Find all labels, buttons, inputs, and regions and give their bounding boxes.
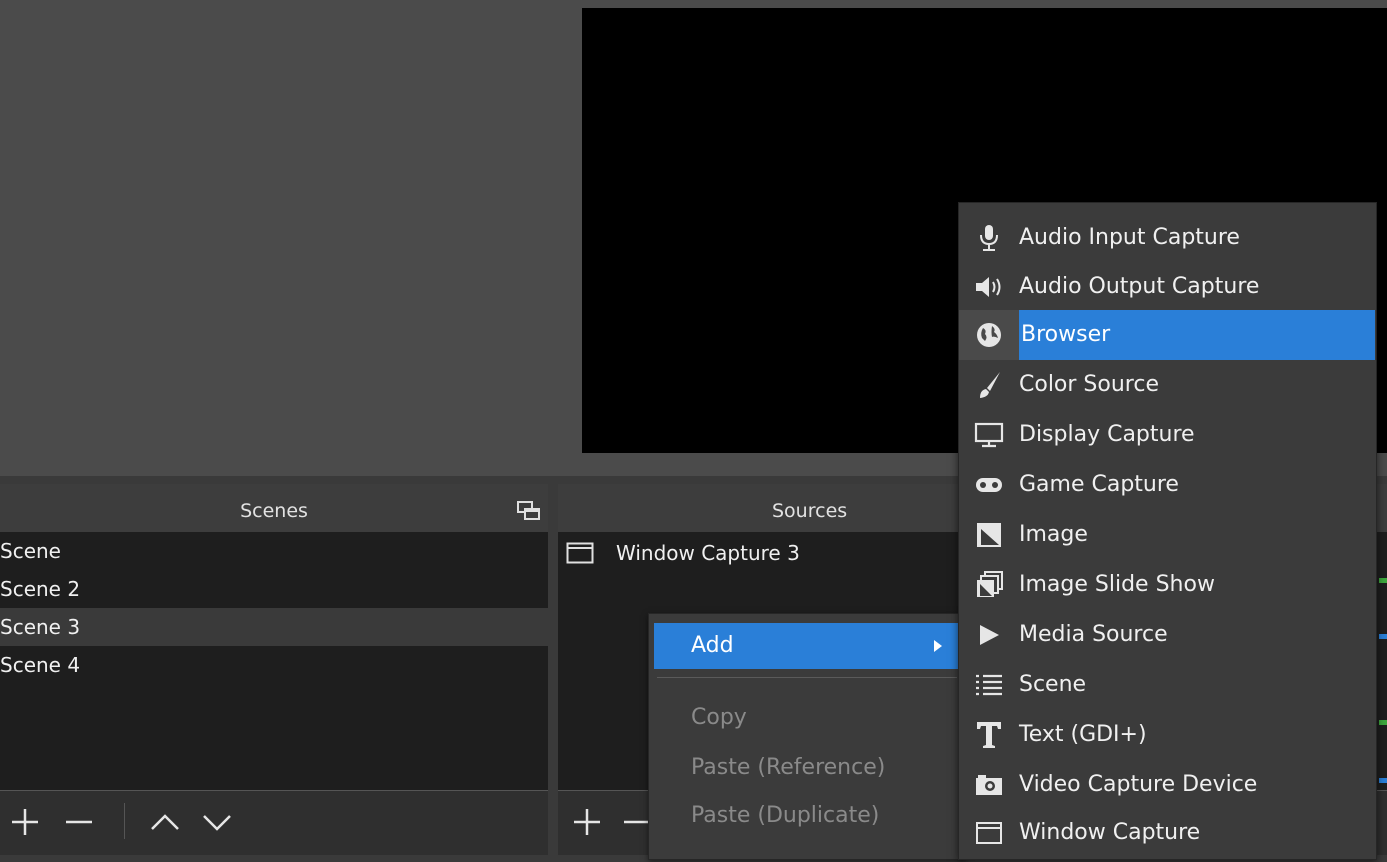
scene-label: Scene 2 bbox=[0, 577, 81, 601]
submenu-item-browser[interactable]: Browser bbox=[959, 310, 1376, 360]
globe-icon bbox=[977, 323, 1001, 347]
scenes-panel: Scenes Scene Scene 2 Scene 3 Scene 4 bbox=[0, 484, 548, 855]
submenu-item-game-capture[interactable]: Game Capture bbox=[959, 460, 1376, 510]
submenu-item-audio-output-capture[interactable]: Audio Output Capture bbox=[959, 262, 1376, 312]
window-capture-icon bbox=[566, 542, 594, 564]
monitor-icon bbox=[974, 422, 1004, 448]
submenu-item-label: Video Capture Device bbox=[1019, 772, 1258, 797]
submenu-item-label: Text (GDI+) bbox=[1019, 722, 1147, 747]
submenu-item-label: Game Capture bbox=[1019, 472, 1179, 497]
submenu-item-video-capture-device[interactable]: Video Capture Device bbox=[959, 760, 1376, 810]
scene-label: Scene 3 bbox=[0, 615, 81, 639]
menu-item-label: Add bbox=[691, 633, 734, 658]
gamepad-icon bbox=[976, 478, 1002, 492]
camera-icon bbox=[976, 775, 1002, 795]
submenu-arrow-icon bbox=[934, 640, 942, 652]
submenu-item-scene[interactable]: Scene bbox=[959, 660, 1376, 710]
text-icon bbox=[977, 722, 1001, 748]
audio-meter-level bbox=[1379, 778, 1387, 783]
remove-scene-icon[interactable] bbox=[62, 805, 96, 839]
submenu-item-label: Display Capture bbox=[1019, 422, 1195, 447]
submenu-item-window-capture[interactable]: Window Capture bbox=[959, 808, 1376, 858]
microphone-icon bbox=[980, 225, 998, 251]
submenu-item-label: Media Source bbox=[1019, 622, 1168, 647]
scenes-title: Scenes bbox=[240, 500, 308, 522]
submenu-item-color-source[interactable]: Color Source bbox=[959, 360, 1376, 410]
menu-item-paste-reference[interactable]: Paste (Reference) bbox=[654, 745, 960, 791]
sources-title: Sources bbox=[772, 500, 848, 522]
speaker-icon bbox=[976, 277, 1001, 297]
add-source-submenu: Audio Input Capture Audio Output Capture… bbox=[958, 202, 1377, 860]
paint-brush-icon bbox=[980, 372, 1000, 398]
audio-meter-level bbox=[1379, 634, 1387, 639]
context-menu: Add Copy Paste (Reference) Paste (Duplic… bbox=[648, 613, 966, 860]
scene-item[interactable]: Scene 2 bbox=[0, 570, 548, 608]
menu-item-label: Paste (Duplicate) bbox=[691, 803, 880, 828]
add-source-icon[interactable] bbox=[570, 805, 604, 839]
menu-item-add[interactable]: Add bbox=[654, 623, 960, 669]
undock-icon[interactable] bbox=[516, 500, 542, 522]
menu-item-label: Paste (Reference) bbox=[691, 755, 886, 780]
submenu-item-text-gdi[interactable]: Text (GDI+) bbox=[959, 710, 1376, 760]
submenu-item-media-source[interactable]: Media Source bbox=[959, 610, 1376, 660]
menu-item-paste-duplicate[interactable]: Paste (Duplicate) bbox=[654, 793, 960, 839]
scene-label: Scene 4 bbox=[0, 653, 81, 677]
scenes-header: Scenes bbox=[0, 484, 548, 538]
submenu-item-label: Image Slide Show bbox=[1019, 572, 1215, 597]
image-icon bbox=[977, 523, 1001, 547]
submenu-item-label: Audio Input Capture bbox=[1019, 225, 1240, 250]
toolbar-divider bbox=[124, 803, 125, 839]
move-down-icon[interactable] bbox=[200, 805, 234, 839]
source-item[interactable]: Window Capture 3 bbox=[566, 538, 800, 568]
submenu-item-label: Audio Output Capture bbox=[1019, 274, 1260, 299]
scenes-toolbar bbox=[0, 790, 548, 855]
window-capture-icon bbox=[976, 822, 1002, 844]
submenu-item-image-slide-show[interactable]: Image Slide Show bbox=[959, 560, 1376, 610]
audio-meter-level bbox=[1379, 720, 1387, 725]
submenu-item-display-capture[interactable]: Display Capture bbox=[959, 410, 1376, 460]
list-icon bbox=[976, 674, 1002, 696]
scene-item[interactable]: Scene 4 bbox=[0, 646, 548, 684]
submenu-item-audio-input-capture[interactable]: Audio Input Capture bbox=[959, 213, 1376, 263]
play-icon bbox=[980, 625, 999, 645]
submenu-item-label: Image bbox=[1019, 522, 1088, 547]
scene-item-selected[interactable]: Scene 3 bbox=[0, 608, 548, 646]
menu-separator bbox=[657, 677, 957, 678]
submenu-item-label: Window Capture bbox=[1019, 820, 1201, 845]
menu-item-label: Copy bbox=[691, 705, 747, 730]
submenu-item-image[interactable]: Image bbox=[959, 510, 1376, 560]
source-label: Window Capture 3 bbox=[616, 541, 800, 565]
slideshow-icon bbox=[977, 571, 1003, 597]
scenes-list: Scene Scene 2 Scene 3 Scene 4 bbox=[0, 532, 548, 790]
add-scene-icon[interactable] bbox=[8, 805, 42, 839]
menu-item-copy[interactable]: Copy bbox=[654, 695, 960, 741]
submenu-item-label: Color Source bbox=[1019, 372, 1159, 397]
scene-label: Scene bbox=[0, 539, 61, 563]
submenu-item-label: Scene bbox=[1019, 672, 1087, 697]
audio-meter-level bbox=[1379, 578, 1387, 583]
move-up-icon[interactable] bbox=[148, 805, 182, 839]
scene-item[interactable]: Scene bbox=[0, 532, 548, 570]
submenu-item-label: Browser bbox=[1019, 310, 1375, 360]
